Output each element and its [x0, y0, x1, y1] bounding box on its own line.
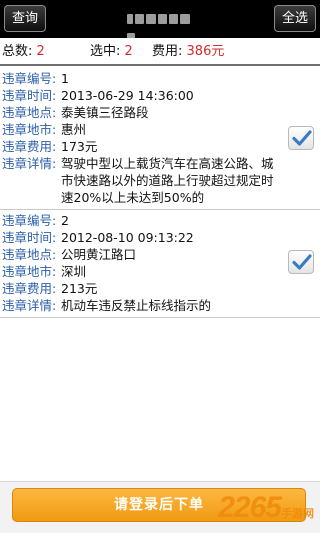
record-location-row: 违章地点: 泰美镇三径路段: [0, 104, 320, 121]
selected-value: 2: [124, 44, 133, 59]
record-details-row: 违章详情: 驾驶中型以上载货汽车在高速公路、城市快速路以外的道路上行驶超过规定时速…: [0, 155, 320, 206]
bottom-bar: 请登录后下单 2265手游网: [0, 481, 320, 533]
watermark-text: 手游网: [281, 508, 314, 520]
time-value: 2013-06-29 14:36:00: [61, 88, 194, 103]
location-value: 泰美镇三径路段: [61, 105, 149, 120]
query-button[interactable]: 查询: [4, 5, 46, 32]
total-value: 2: [36, 44, 45, 59]
screen: 查询 全选 总数: 2 选中: 2 费用: 386元 违章编号: 1 违章时间: 2…: [0, 0, 320, 533]
details-label: 违章详情:: [2, 156, 57, 171]
total-label: 总数:: [2, 44, 33, 59]
time-value: 2012-08-10 09:13:22: [61, 230, 194, 245]
record-city-row: 违章地市: 深圳: [0, 263, 320, 280]
city-value: 惠州: [61, 122, 87, 137]
details-label: 违章详情:: [2, 298, 57, 313]
selected-label: 选中:: [90, 44, 121, 59]
checkmark-icon: [292, 254, 312, 270]
city-label: 违章地市:: [2, 122, 57, 137]
number-value: 2: [61, 213, 69, 228]
time-label: 违章时间:: [2, 230, 57, 245]
fee-label: 违章费用:: [2, 281, 57, 296]
city-value: 深圳: [61, 264, 87, 279]
record-number-row: 违章编号: 2: [0, 212, 320, 229]
number-label: 违章编号:: [2, 71, 57, 86]
record-city-row: 违章地市: 惠州: [0, 121, 320, 138]
fee-value: 386元: [186, 44, 225, 59]
record-location-row: 违章地点: 公明黄江路口: [0, 246, 320, 263]
record-details-row: 违章详情: 机动车违反禁止标线指示的: [0, 297, 320, 314]
record-fee-row: 违章费用: 173元: [0, 138, 320, 155]
number-value: 1: [61, 71, 69, 86]
number-label: 违章编号:: [2, 213, 57, 228]
page-title-redacted: [127, 12, 197, 43]
watermark-number: 2265: [218, 491, 282, 524]
fee-label: 费用:: [152, 44, 183, 59]
top-bar: 查询 全选: [0, 0, 320, 43]
violation-record[interactable]: 违章编号: 1 违章时间: 2013-06-29 14:36:00 违章地点: 泰美镇…: [0, 68, 320, 210]
location-label: 违章地点:: [2, 247, 57, 262]
select-all-button[interactable]: 全选: [274, 5, 316, 32]
selected-count: 选中: 2: [90, 38, 133, 65]
checkmark-icon: [292, 130, 312, 146]
location-label: 违章地点:: [2, 105, 57, 120]
violation-list: 违章编号: 1 违章时间: 2013-06-29 14:36:00 违章地点: 泰美镇…: [0, 68, 320, 318]
time-label: 违章时间:: [2, 88, 57, 103]
record-checkbox[interactable]: [288, 250, 314, 274]
fee-label: 违章费用:: [2, 139, 57, 154]
record-time-row: 违章时间: 2013-06-29 14:36:00: [0, 87, 320, 104]
summary-bar: 总数: 2 选中: 2 费用: 386元: [0, 38, 320, 66]
record-number-row: 违章编号: 1: [0, 70, 320, 87]
record-fee-row: 违章费用: 213元: [0, 280, 320, 297]
record-time-row: 违章时间: 2012-08-10 09:13:22: [0, 229, 320, 246]
city-label: 违章地市:: [2, 264, 57, 279]
violation-record[interactable]: 违章编号: 2 违章时间: 2012-08-10 09:13:22 违章地点: 公明黄…: [0, 210, 320, 318]
record-checkbox[interactable]: [288, 126, 314, 150]
location-value: 公明黄江路口: [61, 247, 137, 262]
total-fee: 费用: 386元: [152, 38, 224, 65]
fee-value: 173元: [61, 139, 98, 154]
watermark-logo: 2265手游网: [218, 491, 314, 524]
total-count: 总数: 2: [2, 38, 45, 65]
details-value: 机动车违反禁止标线指示的: [61, 298, 212, 313]
details-value: 驾驶中型以上载货汽车在高速公路、城市快速路以外的道路上行驶超过规定时速20%以上…: [61, 156, 274, 205]
fee-value: 213元: [61, 281, 98, 296]
